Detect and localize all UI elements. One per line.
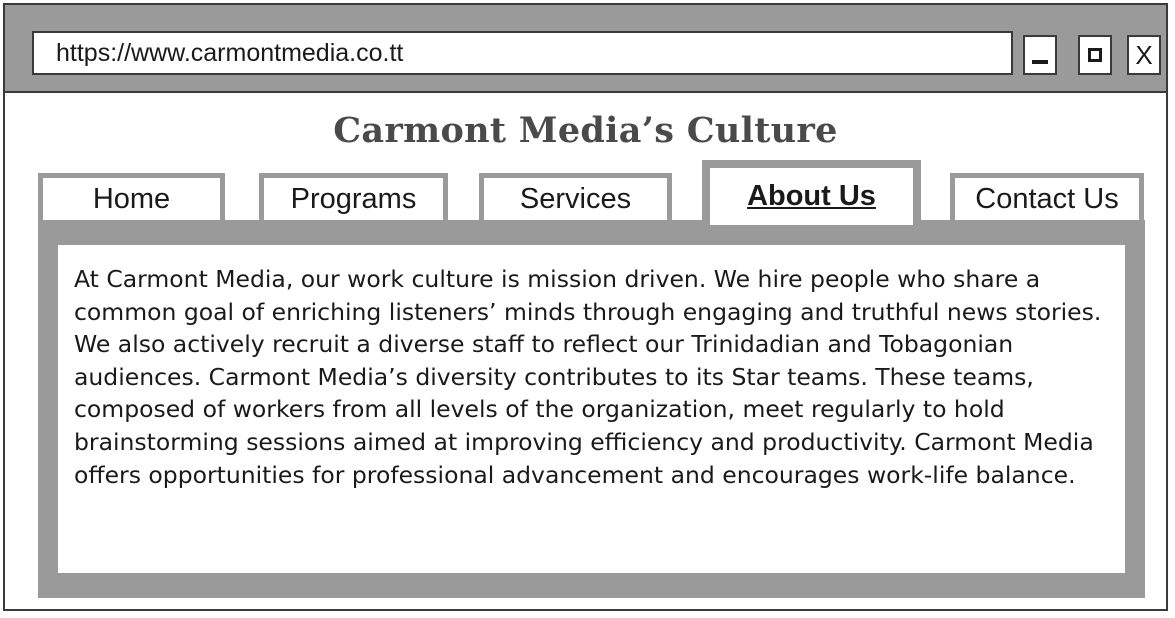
close-button[interactable]: X [1127,35,1161,75]
minimize-icon [1032,60,1048,64]
maximize-button[interactable] [1078,35,1112,75]
tab-label: Contact Us [975,182,1119,215]
browser-window: https://www.carmontmedia.co.tt X Carmont… [3,3,1168,611]
tab-contact-us[interactable]: Contact Us [950,173,1144,225]
tab-label: About Us [747,180,876,212]
page-title: Carmont Media’s Culture [333,110,838,151]
tab-services[interactable]: Services [479,173,672,225]
close-icon: X [1135,40,1153,70]
tab-home[interactable]: Home [38,173,225,225]
maximize-icon [1088,48,1102,62]
culture-paragraph: At Carmont Media, our work culture is mi… [74,265,1102,489]
minimize-button[interactable] [1023,35,1057,75]
content-box: At Carmont Media, our work culture is mi… [58,245,1125,573]
tab-programs[interactable]: Programs [259,173,448,225]
browser-titlebar: https://www.carmontmedia.co.tt X [5,5,1166,93]
tab-label: Services [519,182,632,215]
tab-label: Home [92,182,171,215]
url-bar[interactable]: https://www.carmontmedia.co.tt [32,31,1013,75]
tab-about-us[interactable]: About Us [702,160,921,225]
content-panel: At Carmont Media, our work culture is mi… [38,220,1145,598]
tab-label: Programs [290,182,417,215]
